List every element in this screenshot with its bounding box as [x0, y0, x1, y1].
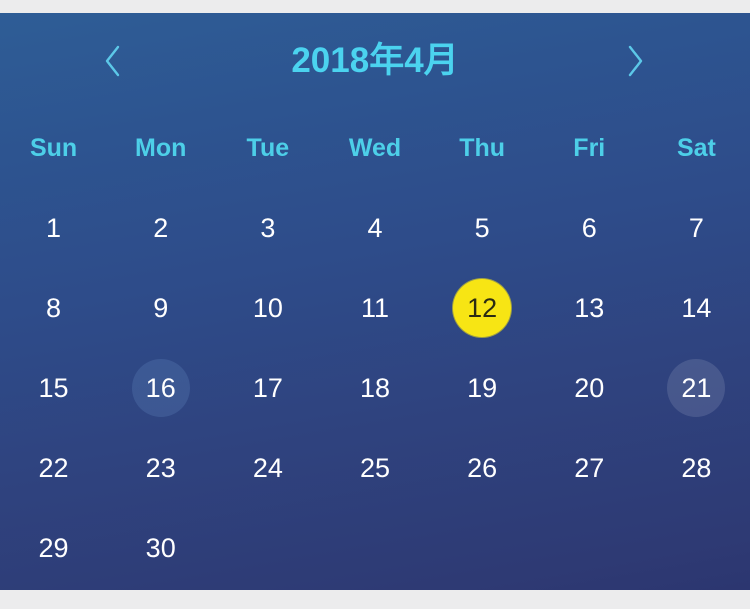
calendar-day-cell[interactable]: 17: [214, 348, 321, 428]
next-month-button[interactable]: [614, 39, 658, 83]
weekday-label-sun: Sun: [29, 134, 78, 162]
day-number: 9: [153, 293, 169, 323]
calendar-day-cell[interactable]: 19: [429, 348, 536, 428]
calendar-week-row: 22 23 24 25 26 27 28: [0, 428, 750, 508]
day-number: 30: [145, 533, 176, 563]
calendar-day-cell[interactable]: 28: [643, 428, 750, 508]
calendar-day-cell[interactable]: 25: [321, 428, 428, 508]
day-number: 18: [359, 373, 390, 403]
calendar-header: 2018年4月: [0, 13, 750, 103]
calendar-day-cell[interactable]: 6: [536, 188, 643, 268]
calendar-day-cell[interactable]: 29: [0, 508, 107, 588]
day-number: 24: [252, 453, 283, 483]
calendar-week-row: 29 30: [0, 508, 750, 588]
calendar-screen: 2018年4月 Sun Mon Tue Wed Thu Fri Sat 1234…: [0, 0, 750, 609]
day-number: 4: [367, 213, 383, 243]
day-number: 10: [252, 293, 283, 323]
day-number: 13: [574, 293, 605, 323]
day-number: 15: [38, 373, 69, 403]
day-number: 20: [574, 373, 605, 403]
calendar-week-row: 1 2 3 4 5 6 7: [0, 188, 750, 268]
weekday-label-thu: Thu: [459, 134, 506, 162]
calendar-day-cell[interactable]: 21: [643, 348, 750, 428]
calendar-day-cell[interactable]: 3: [214, 188, 321, 268]
calendar-day-cell[interactable]: 2: [107, 188, 214, 268]
day-number: 22: [38, 453, 69, 483]
calendar-day-cell[interactable]: 13: [536, 268, 643, 348]
day-number: 28: [681, 453, 712, 483]
day-number: 5: [474, 213, 490, 243]
day-number: 27: [574, 453, 605, 483]
day-number: 26: [467, 453, 498, 483]
day-number: 19: [467, 373, 498, 403]
day-number: 3: [260, 213, 276, 243]
day-number: 29: [38, 533, 69, 563]
day-number: 11: [360, 293, 389, 323]
weekday-label-fri: Fri: [573, 134, 606, 162]
calendar-day-cell[interactable]: 18: [321, 348, 428, 428]
weekday-label-tue: Tue: [246, 134, 290, 162]
calendar-day-cell[interactable]: 10: [214, 268, 321, 348]
weekday-label-wed: Wed: [348, 134, 402, 162]
calendar-day-cell[interactable]: 4: [321, 188, 428, 268]
calendar-day-cell[interactable]: 26: [429, 428, 536, 508]
calendar-day-empty: [321, 508, 428, 588]
chevron-right-icon: [625, 44, 647, 78]
calendar-day-cell[interactable]: 8: [0, 268, 107, 348]
calendar-day-cell[interactable]: 16: [107, 348, 214, 428]
calendar-day-cell[interactable]: 27: [536, 428, 643, 508]
calendar-day-cell[interactable]: 14: [643, 268, 750, 348]
marked-day-indicator: 21: [667, 359, 726, 417]
marked-day-indicator: 16: [131, 359, 190, 417]
calendar-week-row: 15 16 17 18 19 20 21: [0, 348, 750, 428]
calendar-day-cell[interactable]: 24: [214, 428, 321, 508]
selected-day-indicator: 12: [453, 279, 512, 337]
day-number: 25: [359, 453, 390, 483]
calendar-day-cell[interactable]: 7: [643, 188, 750, 268]
weekday-label-mon: Mon: [135, 134, 187, 162]
day-number: 2: [153, 213, 169, 243]
day-number: 7: [688, 213, 704, 243]
calendar-panel: 2018年4月 Sun Mon Tue Wed Thu Fri Sat 1234…: [0, 13, 750, 590]
calendar-day-cell[interactable]: 15: [0, 348, 107, 428]
day-number: 6: [581, 213, 597, 243]
calendar-day-cell[interactable]: 22: [0, 428, 107, 508]
calendar-day-cell[interactable]: 12: [429, 268, 536, 348]
calendar-day-empty: [536, 508, 643, 588]
day-number: 8: [46, 293, 62, 323]
calendar-grid: 1 2 3 4 5 6 7 8 9 10 11 12 13 14 15 16 17 18 19 20 21 22 23 24 2…: [0, 188, 750, 588]
calendar-day-cell[interactable]: 30: [107, 508, 214, 588]
calendar-day-cell[interactable]: 1: [0, 188, 107, 268]
calendar-day-cell[interactable]: 9: [107, 268, 214, 348]
day-number: 23: [145, 453, 176, 483]
calendar-day-cell[interactable]: 20: [536, 348, 643, 428]
calendar-day-empty: [429, 508, 536, 588]
weekday-label-sat: Sat: [676, 134, 716, 162]
calendar-day-cell[interactable]: 23: [107, 428, 214, 508]
calendar-day-empty: [214, 508, 321, 588]
weekday-header-row: Sun Mon Tue Wed Thu Fri Sat: [0, 131, 750, 165]
bottom-page-strip: [0, 590, 750, 609]
day-number: 14: [681, 293, 712, 323]
calendar-day-empty: [643, 508, 750, 588]
day-number: 1: [46, 213, 62, 243]
top-page-strip: [0, 0, 750, 13]
calendar-day-cell[interactable]: 5: [429, 188, 536, 268]
calendar-week-row: 8 9 10 11 12 13 14: [0, 268, 750, 348]
day-number: 17: [252, 373, 283, 403]
calendar-day-cell[interactable]: 11: [321, 268, 428, 348]
